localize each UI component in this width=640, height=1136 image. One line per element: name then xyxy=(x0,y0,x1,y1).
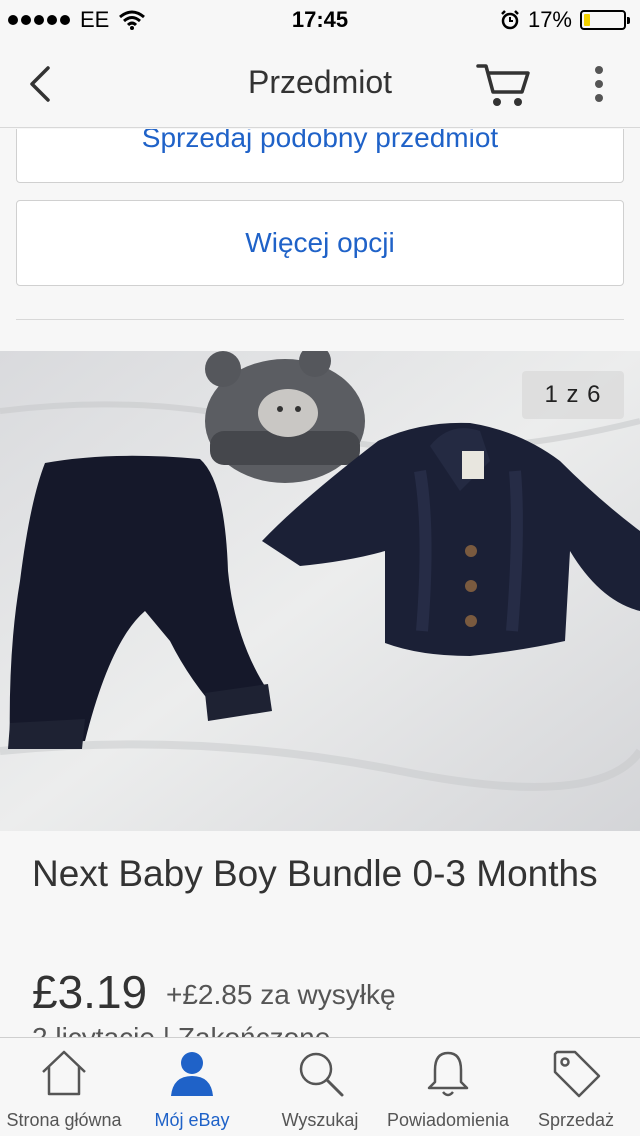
battery-icon xyxy=(580,10,630,30)
item-photo[interactable]: 1 z 6 xyxy=(0,351,640,831)
item-title: Next Baby Boy Bundle 0-3 Months xyxy=(32,853,598,894)
tab-sell[interactable]: Sprzedaż xyxy=(512,1038,640,1136)
cart-icon[interactable] xyxy=(474,60,534,110)
tag-icon xyxy=(553,1050,601,1098)
item-photo-image xyxy=(0,351,640,831)
tab-notifications[interactable]: Powiadomienia xyxy=(384,1038,512,1136)
bids-status: 2 licytacje | Zakończone xyxy=(32,1022,330,1037)
divider xyxy=(16,319,624,320)
status-bar: EE 17:45 17% xyxy=(0,0,640,40)
more-vertical-icon[interactable] xyxy=(582,64,616,104)
tab-label: Sprzedaż xyxy=(537,1110,615,1130)
tab-label: Wyszukaj xyxy=(281,1110,359,1130)
search-icon xyxy=(299,1052,344,1097)
shipping-cost: +£2.85 za wysyłkę xyxy=(166,979,396,1010)
status-right: 17% xyxy=(500,7,630,33)
page-title: Przedmiot xyxy=(247,64,393,100)
home-icon xyxy=(42,1050,86,1096)
tab-label: Powiadomienia xyxy=(386,1110,510,1130)
tab-label: Strona główna xyxy=(6,1110,122,1130)
tab-my-ebay[interactable]: Mój eBay xyxy=(128,1038,256,1136)
battery-percent: 17% xyxy=(527,7,572,32)
navigation-bar: Przedmiot xyxy=(0,40,640,128)
tab-search[interactable]: Wyszukaj xyxy=(256,1038,384,1136)
battery-fill xyxy=(584,14,590,26)
alarm-icon xyxy=(501,10,519,30)
item-price: £3.19 xyxy=(32,966,148,1018)
bell-icon xyxy=(427,1051,469,1097)
photo-counter: 1 z 6 xyxy=(522,371,624,419)
sell-similar-button[interactable]: Sprzedaj podobny przedmiot xyxy=(16,129,624,183)
more-options-button[interactable]: Więcej opcji xyxy=(16,200,624,286)
tab-home[interactable]: Strona główna xyxy=(0,1038,128,1136)
tab-bar: Strona główna Mój eBay Wyszukaj Powiadom… xyxy=(0,1037,640,1136)
item-content[interactable]: Sprzedaj podobny przedmiot Więcej opcji xyxy=(0,129,640,1037)
tab-label: Mój eBay xyxy=(154,1110,230,1130)
user-icon xyxy=(171,1052,213,1096)
